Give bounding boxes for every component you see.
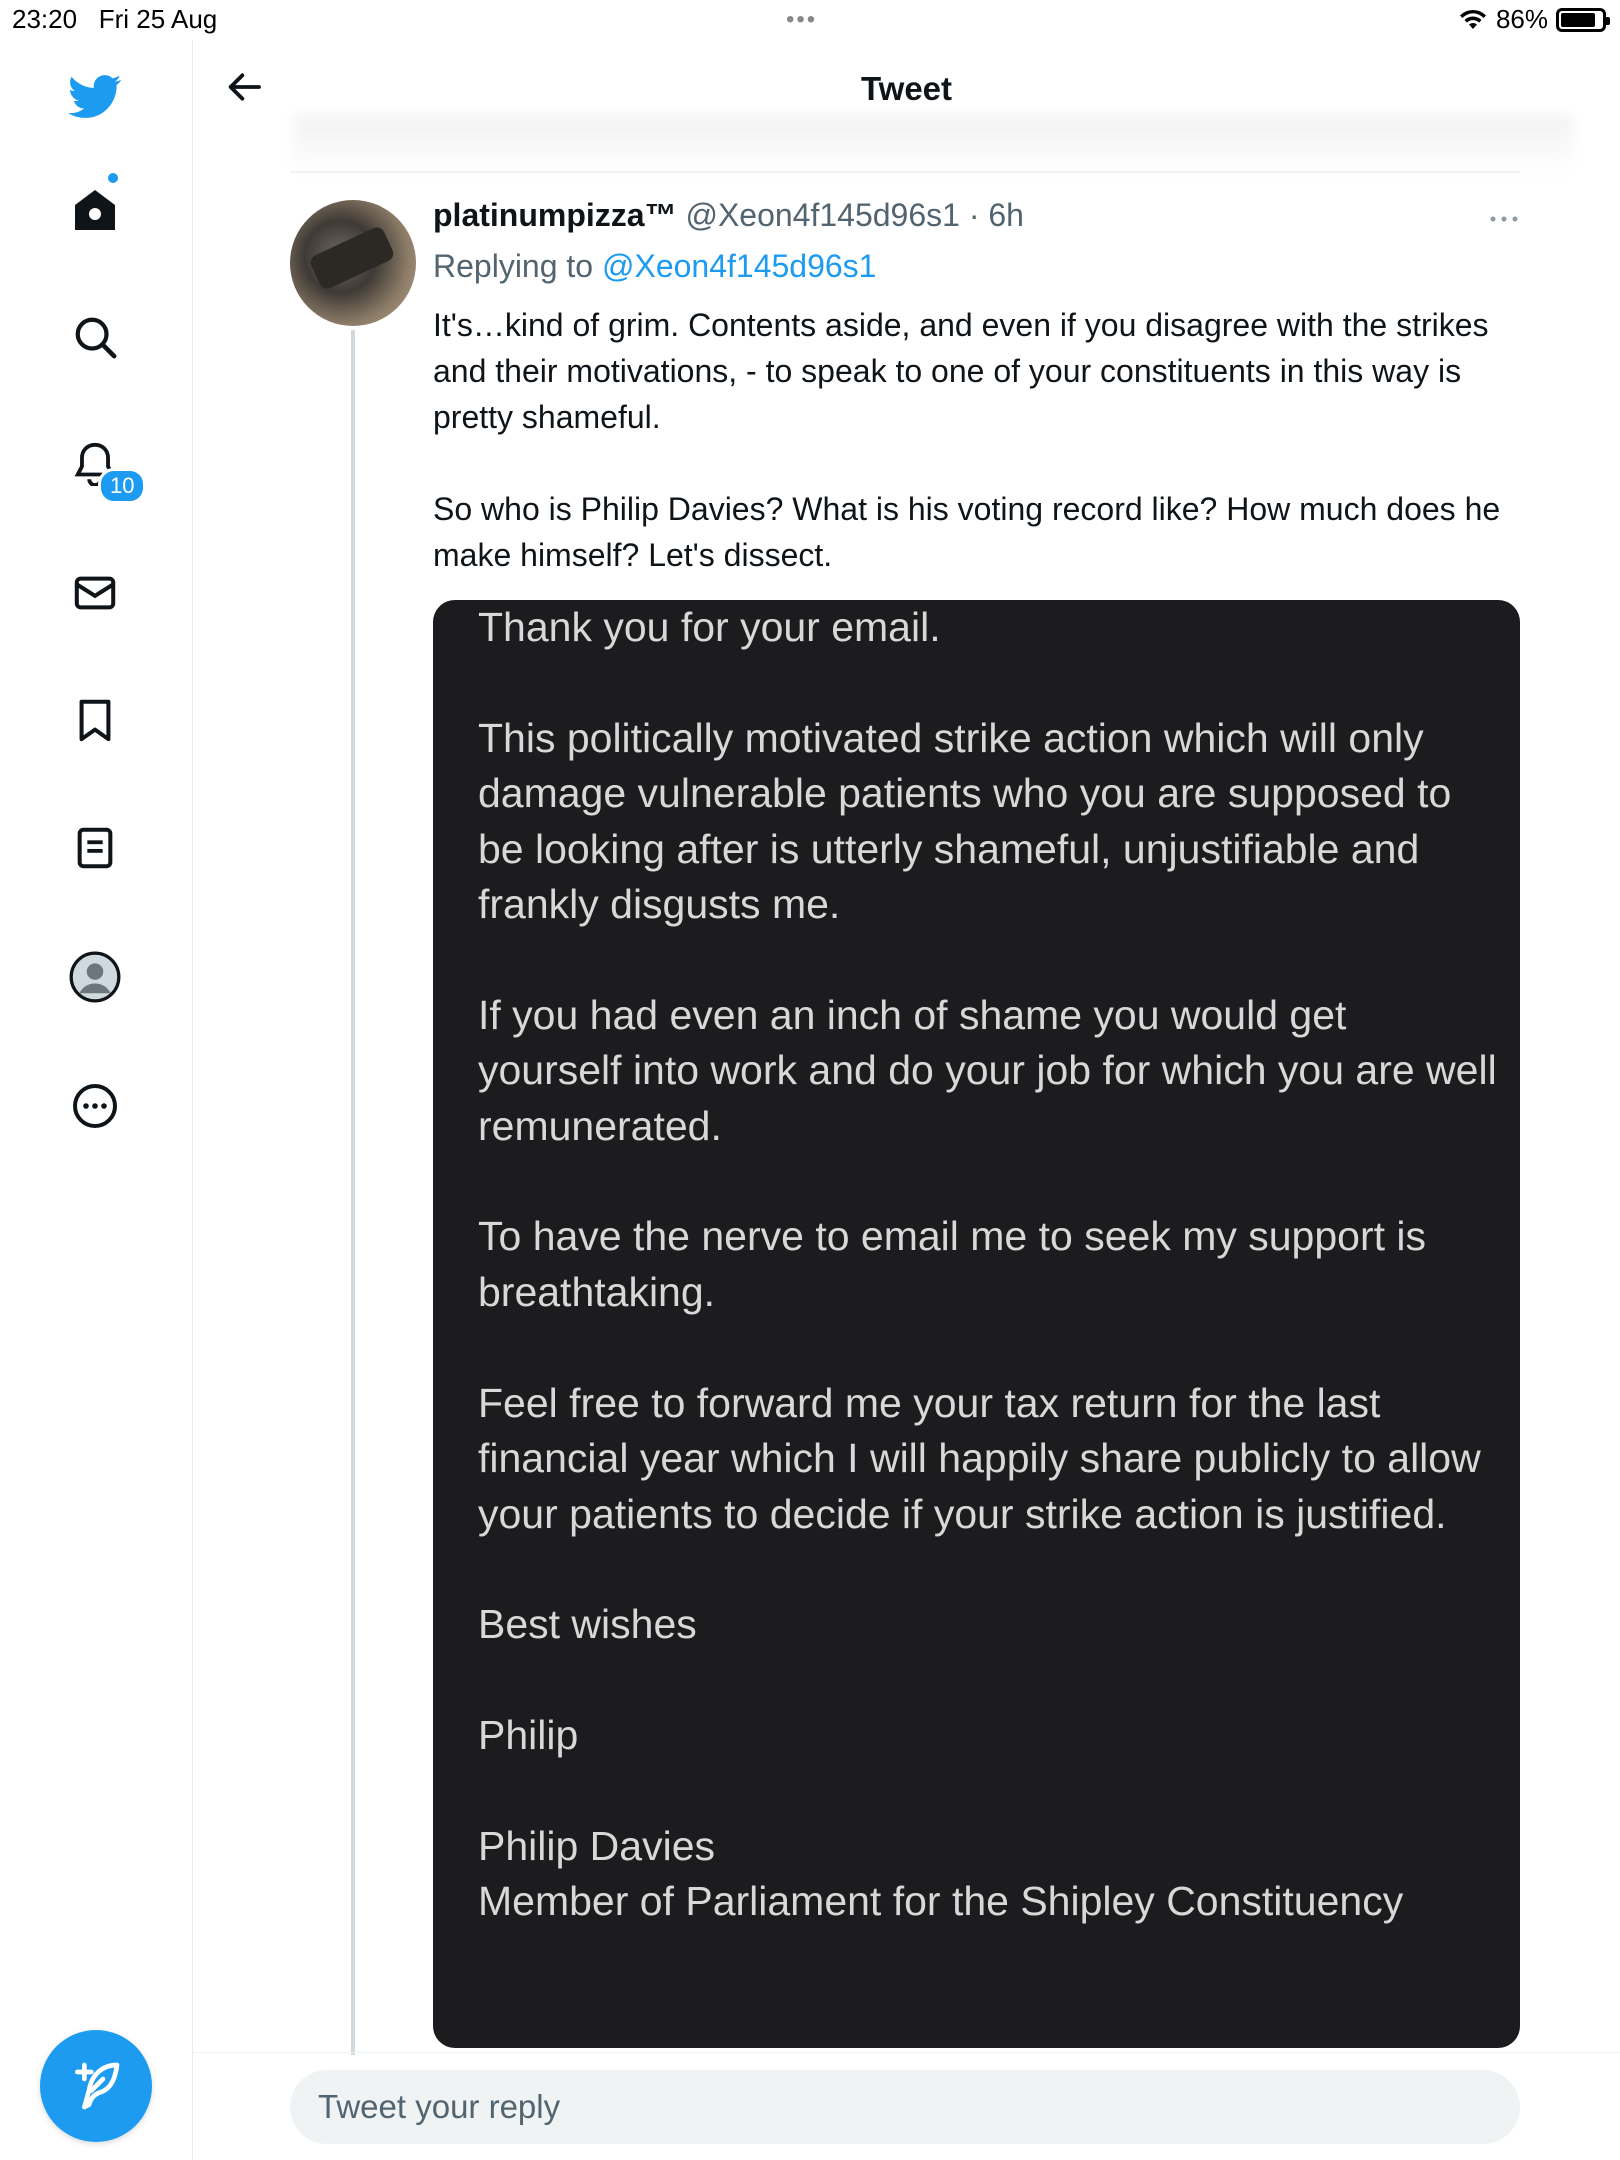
tweet-header: platinumpizza™ @Xeon4f145d96s1 · 6h — [433, 197, 1024, 234]
reply-input[interactable] — [290, 2070, 1520, 2144]
sidebar-item-more[interactable] — [62, 1073, 128, 1139]
compose-tweet-icon — [75, 2062, 120, 2110]
wifi-icon — [1459, 9, 1486, 29]
status-time: 23:20 Fri 25 Aug — [12, 4, 217, 35]
meta-separator — [960, 197, 969, 233]
multitasking-dots[interactable]: ••• — [786, 6, 817, 34]
sidebar-item-bookmarks[interactable] — [62, 687, 128, 753]
reply-bar-divider — [193, 2052, 1620, 2053]
tweet-time[interactable]: 6h — [988, 197, 1024, 233]
sidebar-item-home[interactable] — [62, 177, 128, 243]
sidebar-item-lists[interactable] — [62, 815, 128, 881]
page-title: Tweet — [860, 70, 953, 107]
avatar[interactable] — [290, 200, 416, 326]
bookmarks-icon — [79, 699, 111, 742]
tweet-text: It's…kind of grim. Contents aside, and e… — [433, 307, 1501, 573]
more-horizontal-icon — [1490, 216, 1518, 222]
author-name[interactable]: platinumpizza™ — [433, 197, 677, 233]
tweet-more-button[interactable] — [1484, 204, 1524, 234]
replying-to: Replying to @Xeon4f145d96s1 — [433, 248, 876, 285]
lists-icon — [77, 827, 113, 869]
author-handle[interactable]: @Xeon4f145d96s1 — [685, 197, 959, 233]
status-indicators: 86% — [1458, 4, 1610, 35]
search-icon — [75, 317, 117, 359]
battery-icon — [1556, 7, 1610, 32]
sidebar: 10 — [0, 40, 193, 2160]
sidebar-item-messages[interactable] — [62, 560, 128, 626]
status-clock: 23:20 — [12, 4, 78, 34]
status-date: Fri 25 Aug — [98, 4, 218, 34]
meta-dot: · — [968, 197, 980, 233]
header-blurred-content — [293, 116, 1573, 176]
battery-fill — [1561, 12, 1595, 27]
replying-mention[interactable]: @Xeon4f145d96s1 — [602, 248, 876, 284]
battery-percent: 86% — [1495, 4, 1548, 34]
tweet-media-image[interactable]: Thank you for your email. This political… — [433, 600, 1520, 2048]
notifications-badge: 10 — [98, 468, 147, 504]
twitter-logo-icon[interactable] — [62, 64, 128, 130]
header-divider — [290, 171, 1520, 173]
media-email-text: Thank you for your email. This political… — [478, 604, 1497, 1925]
sidebar-item-profile[interactable] — [62, 944, 128, 1010]
home-icon — [75, 190, 115, 230]
compose-tweet-button[interactable] — [40, 2030, 152, 2142]
messages-icon — [74, 576, 116, 610]
profile-icon — [69, 951, 121, 1003]
more-icon — [73, 1084, 117, 1128]
home-unread-dot — [108, 173, 118, 183]
thread-line — [351, 330, 355, 2055]
sidebar-item-explore[interactable] — [62, 304, 128, 370]
status-bar: 23:20 Fri 25 Aug ••• 86% — [0, 0, 1620, 40]
replying-prefix: Replying to — [433, 248, 594, 284]
battery-tip — [1606, 16, 1610, 25]
page-header: Tweet — [193, 40, 1620, 176]
